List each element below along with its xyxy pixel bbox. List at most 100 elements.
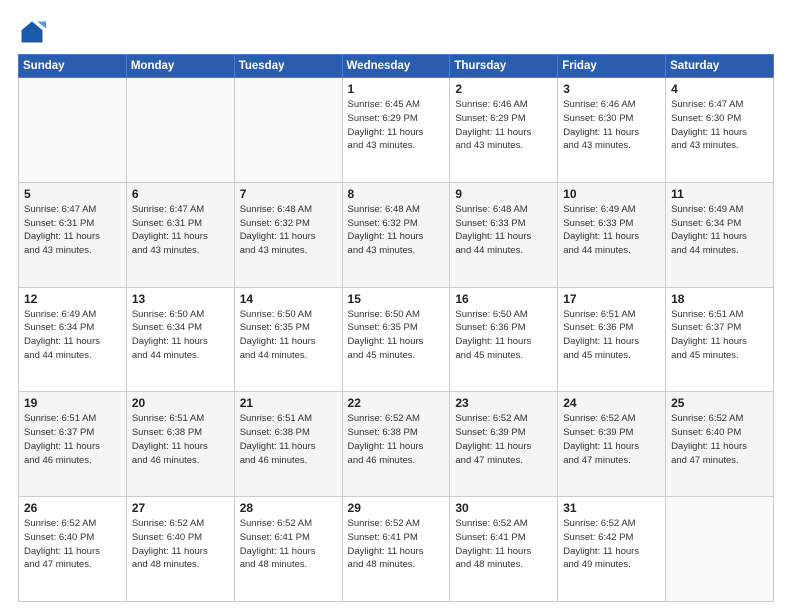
calendar-week-5: 26 Sunrise: 6:52 AMSunset: 6:40 PMDayligh… xyxy=(19,497,774,602)
day-info: Sunrise: 6:48 AMSunset: 6:33 PMDaylight:… xyxy=(455,203,552,258)
day-number: 27 xyxy=(132,501,229,515)
calendar-cell: 6 Sunrise: 6:47 AMSunset: 6:31 PMDaylight… xyxy=(126,182,234,287)
day-info: Sunrise: 6:47 AMSunset: 6:30 PMDaylight:… xyxy=(671,98,768,153)
calendar-cell: 3 Sunrise: 6:46 AMSunset: 6:30 PMDaylight… xyxy=(558,78,666,183)
day-info: Sunrise: 6:45 AMSunset: 6:29 PMDaylight:… xyxy=(348,98,445,153)
day-info: Sunrise: 6:51 AMSunset: 6:38 PMDaylight:… xyxy=(240,412,337,467)
day-info: Sunrise: 6:51 AMSunset: 6:37 PMDaylight:… xyxy=(671,308,768,363)
day-number: 6 xyxy=(132,187,229,201)
logo xyxy=(18,18,50,46)
calendar-cell: 18 Sunrise: 6:51 AMSunset: 6:37 PMDayligh… xyxy=(666,287,774,392)
day-info: Sunrise: 6:52 AMSunset: 6:39 PMDaylight:… xyxy=(455,412,552,467)
day-number: 1 xyxy=(348,82,445,96)
day-number: 15 xyxy=(348,292,445,306)
day-info: Sunrise: 6:51 AMSunset: 6:36 PMDaylight:… xyxy=(563,308,660,363)
day-info: Sunrise: 6:46 AMSunset: 6:29 PMDaylight:… xyxy=(455,98,552,153)
day-info: Sunrise: 6:47 AMSunset: 6:31 PMDaylight:… xyxy=(24,203,121,258)
weekday-sunday: Sunday xyxy=(19,55,127,78)
day-number: 7 xyxy=(240,187,337,201)
day-number: 16 xyxy=(455,292,552,306)
weekday-monday: Monday xyxy=(126,55,234,78)
day-info: Sunrise: 6:52 AMSunset: 6:41 PMDaylight:… xyxy=(455,517,552,572)
calendar-cell: 8Sunrise: 6:48 AMSunset: 6:32 PMDaylight… xyxy=(342,182,450,287)
day-info: Sunrise: 6:47 AMSunset: 6:31 PMDaylight:… xyxy=(132,203,229,258)
calendar-cell: 25 Sunrise: 6:52 AMSunset: 6:40 PMDayligh… xyxy=(666,392,774,497)
calendar-cell: 30 Sunrise: 6:52 AMSunset: 6:41 PMDayligh… xyxy=(450,497,558,602)
calendar-week-4: 19 Sunrise: 6:51 AMSunset: 6:37 PMDayligh… xyxy=(19,392,774,497)
calendar-week-2: 5Sunrise: 6:47 AMSunset: 6:31 PMDaylight… xyxy=(19,182,774,287)
calendar-cell: 7 Sunrise: 6:48 AMSunset: 6:32 PMDaylight… xyxy=(234,182,342,287)
day-info: Sunrise: 6:52 AMSunset: 6:42 PMDaylight:… xyxy=(563,517,660,572)
calendar-cell: 24 Sunrise: 6:52 AMSunset: 6:39 PMDayligh… xyxy=(558,392,666,497)
day-info: Sunrise: 6:52 AMSunset: 6:41 PMDaylight:… xyxy=(240,517,337,572)
day-info: Sunrise: 6:52 AMSunset: 6:39 PMDaylight:… xyxy=(563,412,660,467)
calendar-week-3: 12 Sunrise: 6:49 AMSunset: 6:34 PMDayligh… xyxy=(19,287,774,392)
day-number: 29 xyxy=(348,501,445,515)
calendar-cell: 11 Sunrise: 6:49 AMSunset: 6:34 PMDayligh… xyxy=(666,182,774,287)
day-number: 30 xyxy=(455,501,552,515)
day-number: 21 xyxy=(240,396,337,410)
day-info: Sunrise: 6:52 AMSunset: 6:41 PMDaylight:… xyxy=(348,517,445,572)
calendar-cell: 31Sunrise: 6:52 AMSunset: 6:42 PMDayligh… xyxy=(558,497,666,602)
header xyxy=(18,18,774,46)
weekday-thursday: Thursday xyxy=(450,55,558,78)
day-number: 9 xyxy=(455,187,552,201)
page: SundayMondayTuesdayWednesdayThursdayFrid… xyxy=(0,0,792,612)
day-number: 24 xyxy=(563,396,660,410)
weekday-friday: Friday xyxy=(558,55,666,78)
day-number: 17 xyxy=(563,292,660,306)
calendar-cell: 1 Sunrise: 6:45 AMSunset: 6:29 PMDaylight… xyxy=(342,78,450,183)
day-number: 26 xyxy=(24,501,121,515)
weekday-header-row: SundayMondayTuesdayWednesdayThursdayFrid… xyxy=(19,55,774,78)
day-info: Sunrise: 6:46 AMSunset: 6:30 PMDaylight:… xyxy=(563,98,660,153)
calendar-cell: 16 Sunrise: 6:50 AMSunset: 6:36 PMDayligh… xyxy=(450,287,558,392)
calendar-cell: 5Sunrise: 6:47 AMSunset: 6:31 PMDaylight… xyxy=(19,182,127,287)
day-number: 13 xyxy=(132,292,229,306)
day-info: Sunrise: 6:48 AMSunset: 6:32 PMDaylight:… xyxy=(240,203,337,258)
logo-icon xyxy=(18,18,46,46)
calendar-cell xyxy=(666,497,774,602)
day-info: Sunrise: 6:52 AMSunset: 6:40 PMDaylight:… xyxy=(671,412,768,467)
day-info: Sunrise: 6:52 AMSunset: 6:40 PMDaylight:… xyxy=(132,517,229,572)
calendar-cell: 26Sunrise: 6:52 AMSunset: 6:40 PMDayligh… xyxy=(19,497,127,602)
calendar-cell: 15 Sunrise: 6:50 AMSunset: 6:35 PMDayligh… xyxy=(342,287,450,392)
calendar-cell: 22Sunrise: 6:52 AMSunset: 6:38 PMDayligh… xyxy=(342,392,450,497)
day-number: 12 xyxy=(24,292,121,306)
weekday-tuesday: Tuesday xyxy=(234,55,342,78)
day-number: 10 xyxy=(563,187,660,201)
calendar-cell xyxy=(126,78,234,183)
calendar-cell: 4Sunrise: 6:47 AMSunset: 6:30 PMDaylight… xyxy=(666,78,774,183)
day-info: Sunrise: 6:49 AMSunset: 6:33 PMDaylight:… xyxy=(563,203,660,258)
calendar-cell: 29 Sunrise: 6:52 AMSunset: 6:41 PMDayligh… xyxy=(342,497,450,602)
day-number: 11 xyxy=(671,187,768,201)
calendar-cell: 19 Sunrise: 6:51 AMSunset: 6:37 PMDayligh… xyxy=(19,392,127,497)
day-number: 23 xyxy=(455,396,552,410)
calendar-cell: 28 Sunrise: 6:52 AMSunset: 6:41 PMDayligh… xyxy=(234,497,342,602)
calendar-cell: 17 Sunrise: 6:51 AMSunset: 6:36 PMDayligh… xyxy=(558,287,666,392)
day-number: 18 xyxy=(671,292,768,306)
calendar-cell: 20 Sunrise: 6:51 AMSunset: 6:38 PMDayligh… xyxy=(126,392,234,497)
day-number: 19 xyxy=(24,396,121,410)
day-number: 20 xyxy=(132,396,229,410)
day-number: 25 xyxy=(671,396,768,410)
day-info: Sunrise: 6:51 AMSunset: 6:38 PMDaylight:… xyxy=(132,412,229,467)
calendar-cell: 9 Sunrise: 6:48 AMSunset: 6:33 PMDaylight… xyxy=(450,182,558,287)
calendar-cell: 13Sunrise: 6:50 AMSunset: 6:34 PMDayligh… xyxy=(126,287,234,392)
day-info: Sunrise: 6:49 AMSunset: 6:34 PMDaylight:… xyxy=(24,308,121,363)
day-info: Sunrise: 6:50 AMSunset: 6:35 PMDaylight:… xyxy=(348,308,445,363)
weekday-saturday: Saturday xyxy=(666,55,774,78)
calendar-cell xyxy=(19,78,127,183)
day-info: Sunrise: 6:50 AMSunset: 6:36 PMDaylight:… xyxy=(455,308,552,363)
day-number: 14 xyxy=(240,292,337,306)
day-number: 28 xyxy=(240,501,337,515)
calendar-cell: 27 Sunrise: 6:52 AMSunset: 6:40 PMDayligh… xyxy=(126,497,234,602)
calendar-table: SundayMondayTuesdayWednesdayThursdayFrid… xyxy=(18,54,774,602)
calendar-cell: 21 Sunrise: 6:51 AMSunset: 6:38 PMDayligh… xyxy=(234,392,342,497)
day-info: Sunrise: 6:49 AMSunset: 6:34 PMDaylight:… xyxy=(671,203,768,258)
calendar-cell xyxy=(234,78,342,183)
day-number: 3 xyxy=(563,82,660,96)
day-info: Sunrise: 6:50 AMSunset: 6:35 PMDaylight:… xyxy=(240,308,337,363)
calendar-cell: 23 Sunrise: 6:52 AMSunset: 6:39 PMDayligh… xyxy=(450,392,558,497)
day-info: Sunrise: 6:51 AMSunset: 6:37 PMDaylight:… xyxy=(24,412,121,467)
calendar-cell: 10 Sunrise: 6:49 AMSunset: 6:33 PMDayligh… xyxy=(558,182,666,287)
